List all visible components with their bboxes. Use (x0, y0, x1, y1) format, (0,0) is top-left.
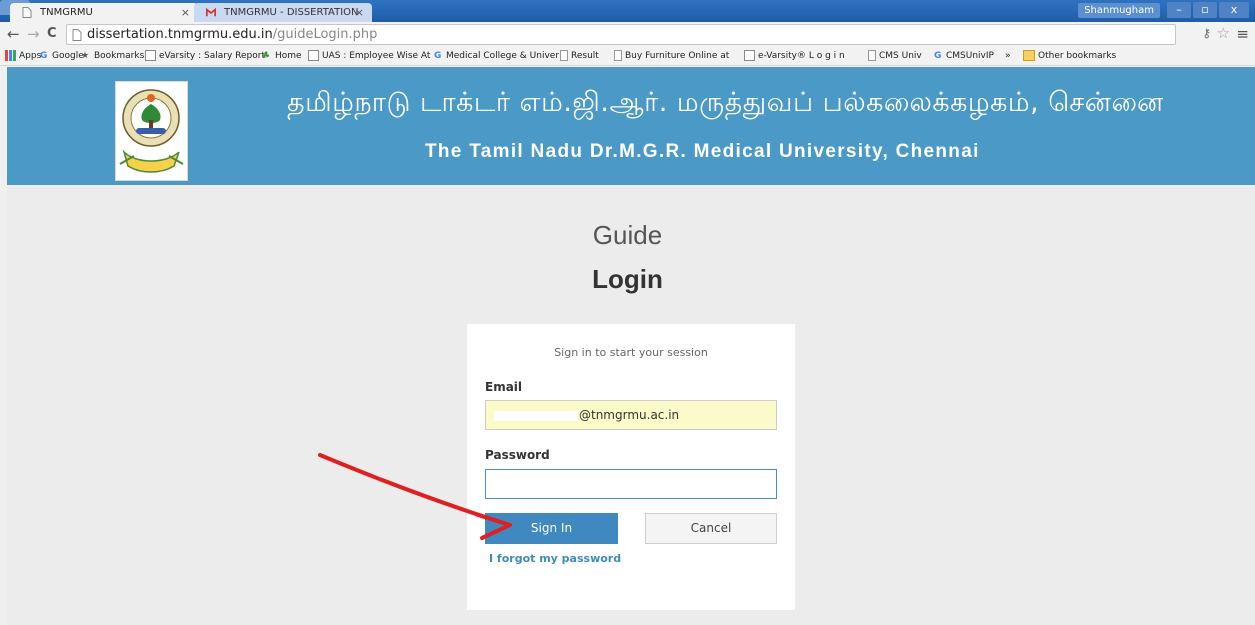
close-tab-icon[interactable]: × (355, 3, 364, 22)
site-header: தமிழ்நாடு டாக்டர் எம்.ஜி.ஆர். மருத்துவப்… (7, 67, 1255, 185)
bookmark-apps[interactable]: Apps (5, 50, 41, 62)
bookmark-home[interactable]: ♣ Home (262, 50, 302, 62)
page-subtitle: Guide (592, 220, 663, 250)
google-icon: G (934, 51, 942, 61)
reload-icon[interactable]: C (47, 25, 57, 43)
page-icon (868, 50, 876, 61)
bookmarks-bar: Apps G Google ★ Bookmarks eVarsity : Salar… (0, 47, 1255, 66)
tab-title: TNMGRMU - DISSERTATION (224, 7, 359, 18)
bookmark-medical-college[interactable]: G Medical College & Univer (434, 50, 559, 62)
bookmark-furniture[interactable]: Buy Furniture Online at (614, 50, 729, 62)
google-icon: G (434, 51, 442, 61)
address-bar[interactable]: dissertation.tnmgrmu.edu.in/guideLogin.p… (66, 24, 1176, 45)
english-university-title: The Tamil Nadu Dr.M.G.R. Medical Univers… (425, 141, 980, 162)
bookmark-google[interactable]: G Google (40, 50, 84, 62)
gmail-icon (206, 7, 216, 17)
email-value: @tnmgrmu.ac.in (579, 408, 680, 422)
key-icon[interactable]: ⚷ (1202, 26, 1211, 40)
page-icon (22, 7, 32, 18)
browser-toolbar: ← → C dissertation.tnmgrmu.edu.in/guideL… (0, 22, 1255, 47)
bookmark-uas[interactable]: UAS : Employee Wise At (308, 50, 430, 62)
password-label: Password (485, 448, 550, 462)
email-label: Email (485, 380, 523, 394)
sign-in-button[interactable]: Sign In (485, 513, 618, 544)
maximize-button[interactable]: ▫ (1193, 2, 1217, 18)
redaction-mask (494, 410, 578, 421)
back-arrow-icon[interactable]: ← (7, 25, 20, 43)
bookmark-evarsity-salary[interactable]: eVarsity : Salary Report (145, 50, 265, 62)
apps-grid-icon (5, 50, 16, 61)
url-text[interactable]: dissertation.tnmgrmu.edu.in/guideLogin.p… (87, 25, 377, 44)
folder-icon (1023, 50, 1035, 61)
cancel-button[interactable]: Cancel (645, 513, 777, 544)
minimize-button[interactable]: – (1167, 2, 1191, 18)
chart-icon (308, 50, 319, 61)
bookmark-evarsity-login[interactable]: e-Varsity® L o g i n (744, 50, 845, 62)
login-form: Sign in to start your session Email @tnm… (467, 324, 795, 610)
bookmark-bookmarks[interactable]: ★ Bookmarks (81, 50, 144, 62)
chart-icon (145, 50, 156, 61)
close-tab-icon[interactable]: × (181, 3, 190, 22)
password-field[interactable] (485, 469, 777, 499)
bookmark-cms-univ[interactable]: CMS Univ (868, 50, 922, 62)
tamil-university-title: தமிழ்நாடு டாக்டர் எம்.ஜி.ஆர். மருத்துவப்… (287, 87, 1164, 118)
bookmarks-overflow[interactable]: » (1005, 50, 1011, 62)
email-field[interactable]: @tnmgrmu.ac.in (485, 400, 777, 430)
bookmark-other[interactable]: Other bookmarks (1023, 50, 1116, 62)
page-icon (560, 50, 568, 61)
page-title: Login (592, 264, 663, 294)
login-box-message: Sign in to start your session (554, 346, 708, 359)
forgot-password-link[interactable]: I forgot my password (489, 552, 621, 565)
university-logo (115, 81, 188, 181)
menu-icon[interactable]: ≡ (1236, 25, 1249, 43)
tab-title: TNMGRMU (40, 7, 93, 18)
browser-tab-strip: TNMGRMU × TNMGRMU - DISSERTATION × Shanm… (0, 0, 1255, 22)
star-icon: ★ (81, 51, 90, 61)
close-window-button[interactable]: x (1219, 2, 1249, 18)
forward-arrow-icon[interactable]: → (27, 25, 40, 43)
page-icon (614, 50, 622, 61)
tab-tnmgrmu[interactable]: TNMGRMU × (10, 3, 198, 22)
bookmark-cmsunivip[interactable]: G CMSUnivIP (934, 50, 994, 62)
tab-dissertation[interactable]: TNMGRMU - DISSERTATION × (194, 3, 372, 22)
profile-name[interactable]: Shanmugham (1078, 3, 1160, 18)
page-icon (72, 29, 82, 41)
google-icon: G (40, 51, 48, 61)
bookmark-result[interactable]: Result (560, 50, 599, 62)
home-icon: ♣ (262, 51, 271, 61)
university-emblem-icon (119, 89, 184, 173)
bookmark-star-icon[interactable]: ☆ (1217, 24, 1230, 42)
chart-icon (744, 50, 755, 61)
